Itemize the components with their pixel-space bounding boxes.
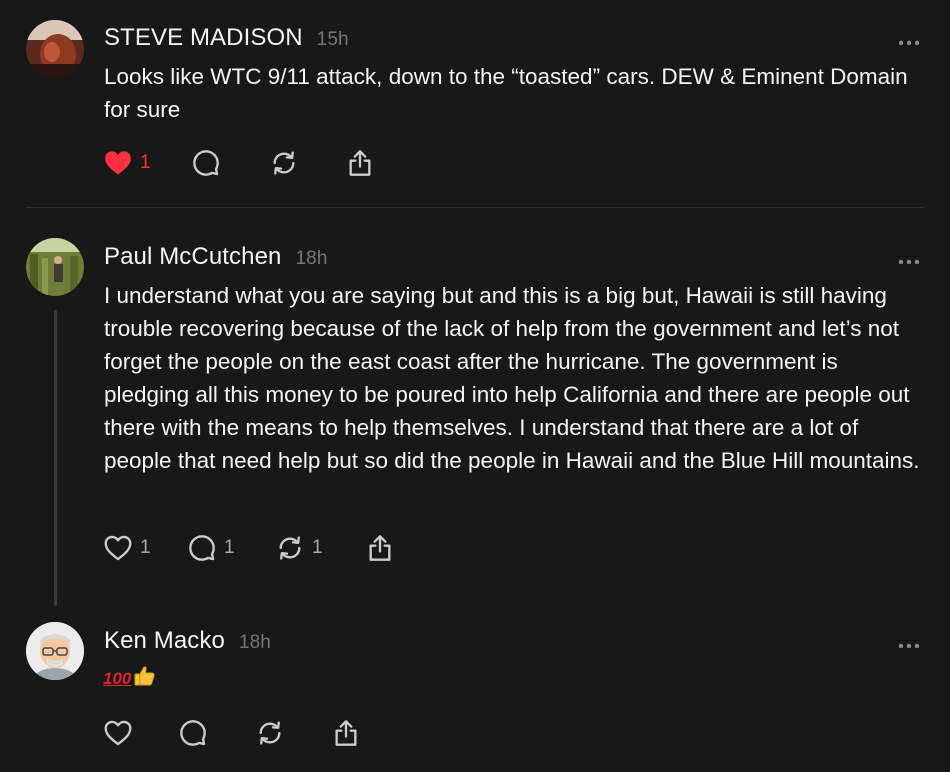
like-button[interactable]	[104, 717, 179, 749]
share-button[interactable]	[332, 717, 360, 749]
share-icon	[332, 719, 360, 747]
reply-button[interactable]	[179, 717, 256, 749]
avatar[interactable]	[26, 622, 84, 680]
thumbs-up-icon	[133, 664, 157, 694]
author-name[interactable]: Ken Macko 18h	[104, 627, 271, 655]
post-ken-macko: Ken Macko 18h 100	[0, 0, 950, 772]
repost-icon	[256, 719, 284, 747]
comment-icon	[179, 719, 207, 747]
repost-button[interactable]	[256, 717, 332, 749]
post-actions	[104, 717, 360, 749]
post-time: 18h	[238, 632, 271, 653]
heart-icon	[104, 720, 132, 746]
post-text: 100	[103, 664, 157, 694]
hundred-icon: 100	[103, 669, 132, 688]
more-icon[interactable]	[898, 636, 920, 649]
